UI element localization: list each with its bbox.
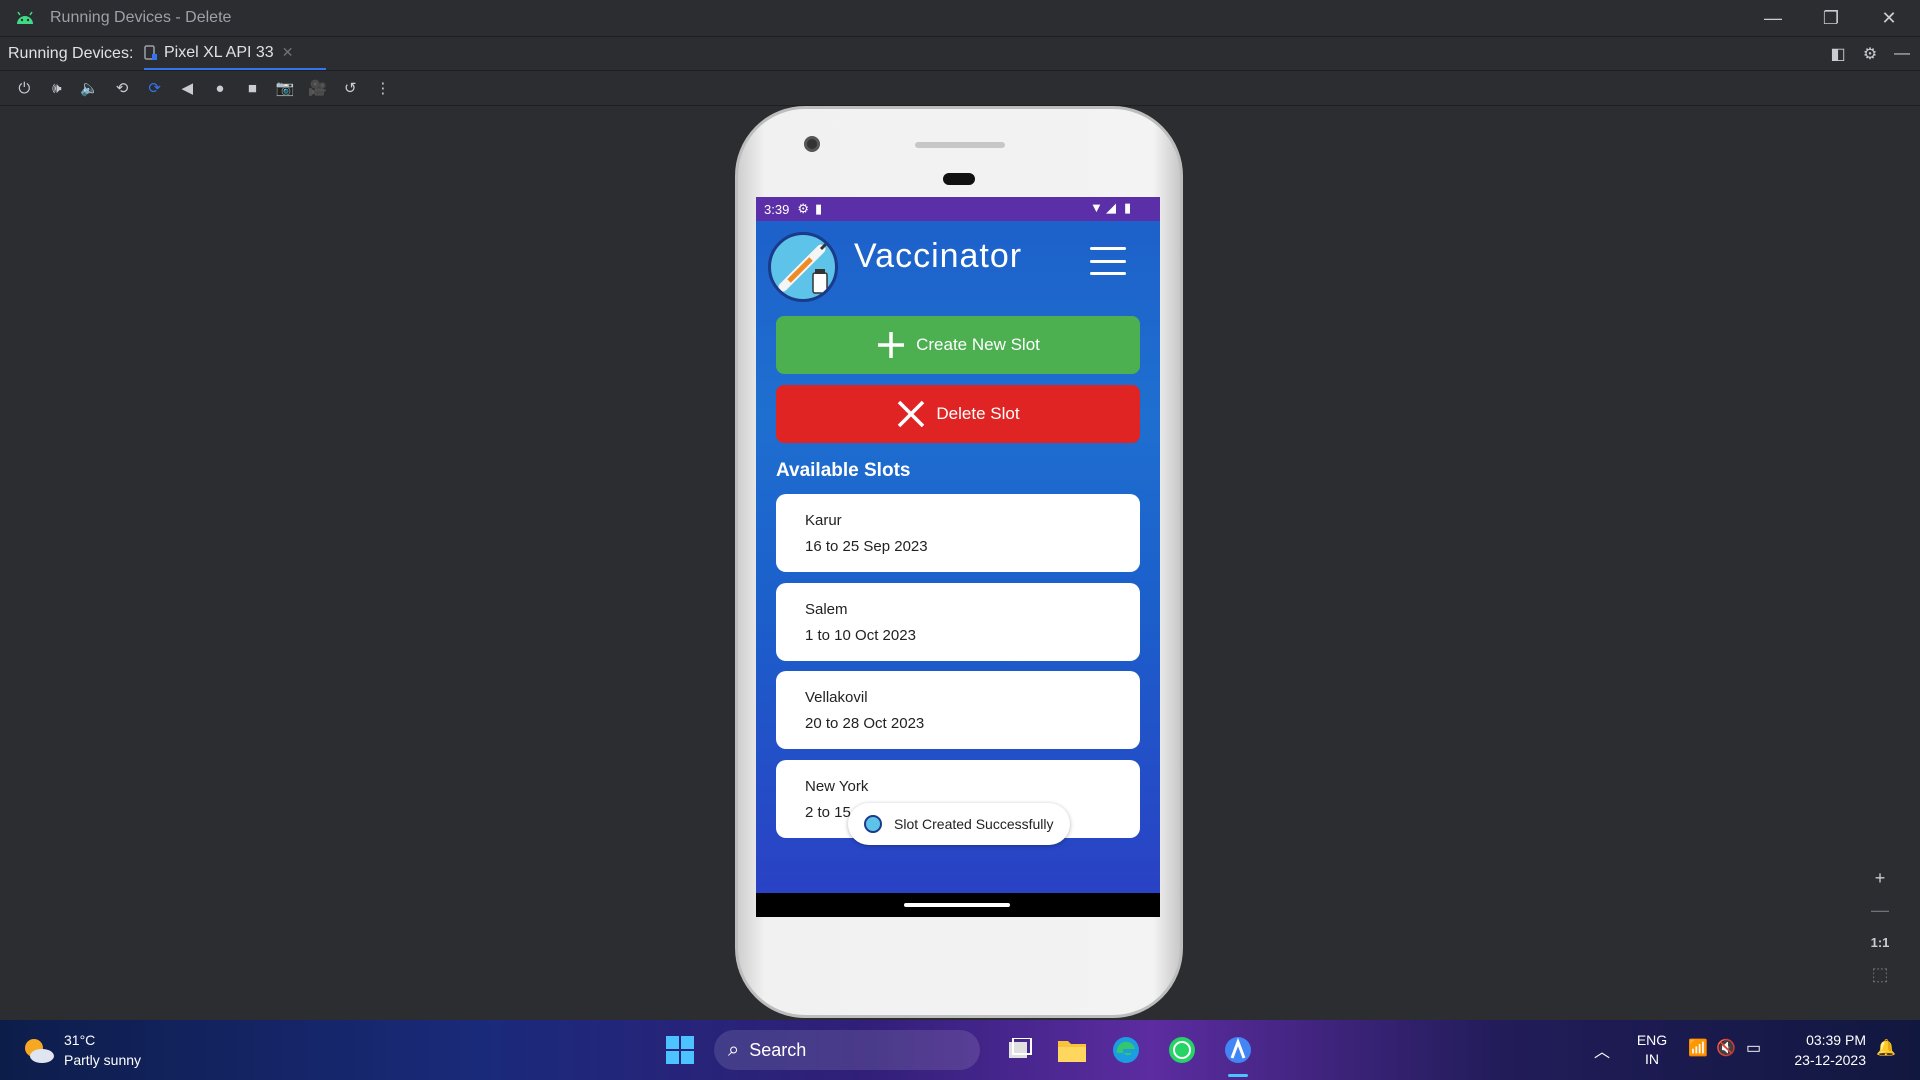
language-code: ENG	[1636, 1032, 1668, 1048]
screen-record-icon[interactable]: 🎥	[301, 74, 334, 102]
search-label: Search	[749, 1039, 807, 1060]
status-time: 3:39	[764, 201, 790, 217]
overview-icon[interactable]: ■	[236, 74, 269, 102]
android-studio-taskbar-icon[interactable]	[1220, 1032, 1256, 1068]
hide-icon[interactable]: —	[1891, 43, 1913, 65]
create-new-slot-label: Create New Slot	[916, 335, 1040, 354]
region-code: IN	[1645, 1051, 1659, 1067]
snapshot-icon[interactable]: ↺	[334, 74, 367, 102]
volume-down-icon[interactable]: 🔈	[73, 74, 106, 102]
whatsapp-icon[interactable]	[1164, 1032, 1200, 1068]
taskbar-search[interactable]: ⌕ Search	[714, 1030, 980, 1070]
active-app-indicator	[1228, 1074, 1248, 1077]
back-icon[interactable]: ◀	[171, 74, 204, 102]
running-devices-label: Running Devices:	[8, 44, 134, 62]
slot-place: Vellakovil	[805, 689, 868, 706]
tab-close-icon[interactable]: ✕	[282, 44, 294, 61]
slot-dates: 1 to 10 Oct 2023	[805, 627, 916, 644]
tab-pixel-xl-label: Pixel XL API 33	[164, 43, 274, 61]
clock-time: 03:39 PM	[1806, 1032, 1866, 1048]
wifi-icon[interactable]: 📶	[1688, 1038, 1708, 1058]
slot-dates: 20 to 28 Oct 2023	[805, 715, 925, 732]
plus-icon	[878, 332, 905, 358]
emulator-toolbar: ⏻ 🕪 🔈 ⟲ ⟳ ◀ ● ■ 📷 🎥 ↺ ⋮	[0, 70, 1920, 106]
create-new-slot-button[interactable]: Create New Slot	[776, 316, 1140, 374]
notification-bell-icon[interactable]: 🔔	[1876, 1038, 1896, 1058]
tab-pixel-xl[interactable]: Pixel XL API 33 ✕	[144, 37, 326, 71]
chevron-up-icon[interactable]: ︿	[1594, 1038, 1610, 1062]
slot-dates: 16 to 25 Sep 2023	[805, 538, 928, 555]
taskbar: 31°C Partly sunny ⌕ Search ︿ ENG IN 📶 🔇 …	[0, 1020, 1920, 1080]
restore-button[interactable]: ❐	[1802, 0, 1860, 36]
vaccinator-logo	[768, 232, 838, 302]
slot-place: New York	[805, 778, 869, 795]
screenshot-icon[interactable]: 📷	[269, 74, 302, 102]
battery-icon[interactable]: ▭	[1746, 1038, 1761, 1058]
nav-bar	[756, 893, 1160, 917]
zoom-out-icon[interactable]: —	[1866, 896, 1894, 924]
signal-icon: ◢	[1106, 200, 1116, 215]
power-icon[interactable]: ⏻	[8, 74, 41, 102]
weather-icon[interactable]	[20, 1034, 58, 1066]
delete-slot-button[interactable]: Delete Slot	[776, 385, 1140, 443]
front-camera-icon	[804, 136, 820, 152]
task-view-icon[interactable]	[1002, 1032, 1038, 1068]
section-title: Available Slots	[776, 460, 911, 481]
wifi-icon: ▼	[1090, 200, 1103, 215]
toast: Slot Created Successfully	[848, 803, 1070, 845]
delete-slot-label: Delete Slot	[936, 404, 1020, 423]
weather-temp: 31°C	[64, 1032, 96, 1048]
running-devices-tabbar: Running Devices: Pixel XL API 33 ✕ ◧ ⚙ —	[0, 36, 1920, 71]
zoom-actual-size-button[interactable]: 1:1	[1866, 928, 1894, 956]
slot-card[interactable]: Karur 16 to 25 Sep 2023	[776, 494, 1140, 572]
slot-card[interactable]: Salem 1 to 10 Oct 2023	[776, 583, 1140, 661]
slot-card[interactable]: Vellakovil 20 to 28 Oct 2023	[776, 671, 1140, 749]
minimize-button[interactable]: —	[1744, 0, 1802, 36]
toast-message: Slot Created Successfully	[894, 816, 1054, 832]
volume-up-icon[interactable]: 🕪	[41, 74, 74, 102]
windows-start-icon[interactable]	[662, 1032, 698, 1068]
device-icon	[144, 44, 157, 60]
layout-icon[interactable]: ◧	[1827, 43, 1849, 65]
sd-card-icon: ▮	[814, 201, 823, 216]
more-icon[interactable]: ⋮	[367, 74, 400, 102]
window-title: Running Devices - Delete	[50, 9, 232, 26]
app-title: Vaccinator	[854, 237, 1023, 275]
rotate-right-icon[interactable]: ⟳	[138, 74, 171, 102]
rotate-left-icon[interactable]: ⟲	[106, 74, 139, 102]
search-icon: ⌕	[728, 1038, 740, 1061]
earpiece	[915, 142, 1005, 148]
slot-place: Karur	[805, 512, 842, 529]
slot-place: Salem	[805, 601, 848, 618]
settings-icon: ⚙	[797, 201, 809, 216]
title-bar: Running Devices - Delete — ❐ ✕	[0, 0, 1920, 36]
home-icon[interactable]: ●	[204, 74, 237, 102]
language-indicator[interactable]: ENG IN	[1636, 1032, 1668, 1067]
file-explorer-icon[interactable]	[1054, 1032, 1090, 1068]
clock-date: 23-12-2023	[1794, 1052, 1866, 1068]
weather-desc: Partly sunny	[64, 1052, 142, 1068]
battery-icon: ▮	[1124, 200, 1132, 215]
zoom-fit-icon[interactable]: ⬚	[1866, 960, 1894, 988]
sensor	[943, 173, 975, 185]
app-icon	[864, 815, 882, 833]
clock[interactable]: 03:39 PM 23-12-2023	[1782, 1032, 1866, 1068]
hamburger-menu-icon[interactable]	[1090, 247, 1126, 275]
mute-icon[interactable]: 🔇	[1716, 1038, 1736, 1058]
home-gesture-bar[interactable]	[904, 903, 1010, 907]
phone-screen: 3:39 ⚙ ▮ ▼ ◢ ▮ Vaccinator Create New Slo…	[756, 197, 1160, 917]
gear-icon[interactable]: ⚙	[1859, 43, 1881, 65]
status-bar: 3:39 ⚙ ▮ ▼ ◢ ▮	[756, 197, 1160, 221]
close-button[interactable]: ✕	[1860, 0, 1918, 36]
zoom-in-icon[interactable]: +	[1866, 864, 1894, 892]
android-studio-icon	[14, 7, 36, 29]
edge-icon[interactable]	[1108, 1032, 1144, 1068]
close-icon	[898, 400, 925, 428]
